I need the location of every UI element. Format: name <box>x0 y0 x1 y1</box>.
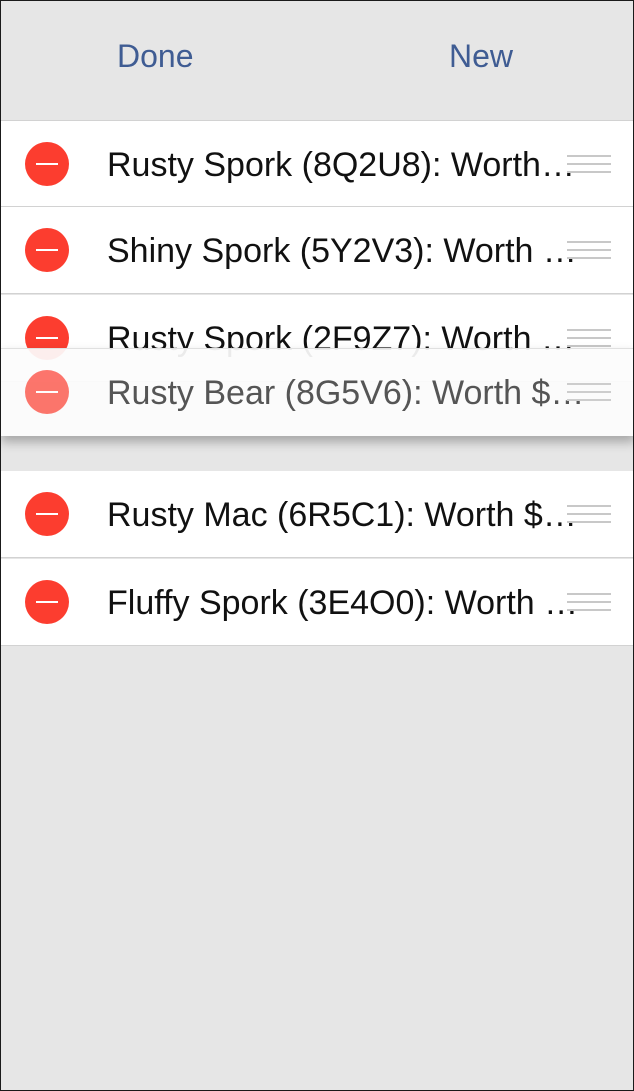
navigation-bar: Done New <box>1 1 633 119</box>
delete-minus-icon[interactable] <box>25 370 69 414</box>
delete-minus-icon[interactable] <box>25 142 69 186</box>
delete-minus-icon[interactable] <box>25 228 69 272</box>
delete-minus-icon[interactable] <box>25 492 69 536</box>
list-item[interactable]: Shiny Spork (5Y2V3): Worth $… <box>1 207 633 294</box>
reorder-grip-icon[interactable] <box>567 241 611 263</box>
item-label: Rusty Spork (8Q2U8): Worth… <box>107 146 575 184</box>
new-button[interactable]: New <box>449 38 513 75</box>
reorder-grip-icon[interactable] <box>567 383 611 405</box>
reorder-grip-icon[interactable] <box>567 155 611 177</box>
drop-placeholder <box>1 434 633 471</box>
done-button[interactable]: Done <box>117 38 194 75</box>
reorder-grip-icon[interactable] <box>567 505 611 527</box>
dragging-list-item[interactable]: Rusty Bear (8G5V6): Worth $… <box>1 348 633 436</box>
item-label: Shiny Spork (5Y2V3): Worth $… <box>107 232 587 270</box>
item-label: Rusty Mac (6R5C1): Worth $9… <box>107 496 587 534</box>
list-item[interactable]: Rusty Mac (6R5C1): Worth $9… <box>1 471 633 558</box>
item-label: Rusty Bear (8G5V6): Worth $… <box>107 374 585 412</box>
list-item[interactable]: Fluffy Spork (3E4O0): Worth $… <box>1 559 633 646</box>
delete-minus-icon[interactable] <box>25 580 69 624</box>
list-item[interactable]: Rusty Spork (8Q2U8): Worth… <box>1 120 633 207</box>
item-label: Fluffy Spork (3E4O0): Worth $… <box>107 584 587 622</box>
screen: Done New Rusty Spork (8Q2U8): Worth… Shi… <box>0 0 634 1091</box>
reorder-grip-icon[interactable] <box>567 593 611 615</box>
